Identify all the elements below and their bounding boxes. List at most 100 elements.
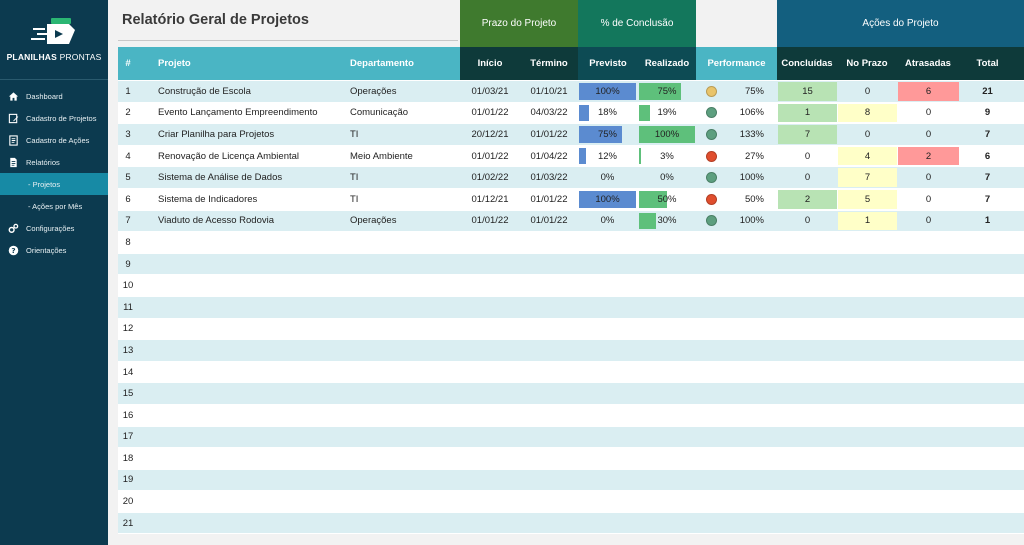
actions-late: 0 (898, 167, 959, 188)
actions-total: 7 (959, 124, 1016, 145)
sidebar-item-label: Dashboard (26, 91, 63, 101)
performance-value: 100% (739, 215, 764, 227)
sidebar: PLANILHAS PRONTAS Dashboard Cadastro de P… (0, 0, 108, 545)
actions-late-value: 6 (925, 85, 932, 97)
table-row[interactable]: 19 (118, 469, 1024, 492)
table-row[interactable]: 15 (118, 383, 1024, 405)
table-row[interactable]: 10 (118, 275, 1024, 297)
col-header-atrasadas[interactable]: Atrasadas (897, 47, 959, 80)
actions-total: 6 (959, 146, 1016, 167)
project-name: Criar Planilha para Projetos (158, 128, 275, 140)
row-num: 13 (122, 344, 134, 356)
sidebar-item-3[interactable]: Relatórios (0, 151, 108, 173)
table-row[interactable]: 9 (118, 253, 1024, 276)
col-header-num[interactable]: # (118, 47, 138, 80)
brand-name-thin: PRONTAS (57, 51, 102, 62)
performance: 50% (698, 189, 776, 210)
brand-logo[interactable]: PLANILHAS PRONTAS (0, 0, 108, 80)
department: Operações (350, 85, 397, 97)
table-row[interactable]: 18 (118, 448, 1024, 470)
table-row[interactable]: 21 (118, 512, 1024, 535)
table-row[interactable]: 20 (118, 491, 1024, 513)
actions-total-value: 1 (984, 215, 991, 227)
sidebar-item-7[interactable]: ? Orientações (0, 239, 108, 261)
actual-percent: 0% (639, 167, 695, 188)
actions-on-time: 5 (838, 189, 897, 210)
actions-done-value: 15 (802, 85, 813, 97)
performance-value: 106% (739, 107, 764, 119)
table-row[interactable]: 11 (118, 296, 1024, 319)
row-num: 15 (122, 388, 134, 400)
actions-done: 15 (778, 81, 837, 102)
sidebar-item-0[interactable]: Dashboard (0, 85, 108, 107)
performance: 27% (698, 146, 776, 167)
sidebar-item-5[interactable]: - Ações por Mês (0, 195, 108, 217)
project-name: Renovação de Licença Ambiental (158, 150, 300, 162)
performance-value: 100% (739, 172, 764, 184)
actions-total: 7 (959, 167, 1016, 188)
row-num: 6 (125, 193, 131, 205)
sidebar-item-4[interactable]: - Projetos (0, 173, 108, 195)
actions-late: 0 (898, 103, 959, 124)
actions-on-time-value: 4 (864, 150, 871, 162)
table-row[interactable]: 4 Renovação de Licença Ambiental Meio Ambi… (118, 145, 1024, 168)
start-date: 20/12/21 (471, 128, 509, 140)
project-name: Sistema de Indicadores (158, 193, 258, 205)
end-date: 01/01/22 (530, 215, 568, 227)
sidebar-item-label: Orientações (26, 245, 67, 255)
performance-value: 75% (744, 85, 764, 97)
sidebar-item-6[interactable]: Configurações (0, 217, 108, 239)
actions-done-value: 0 (804, 215, 811, 227)
table-row[interactable]: 3 Criar Planilha para Projetos TI 20/12/21 0… (118, 124, 1024, 146)
planned-percent-value: 75% (597, 128, 617, 140)
actual-percent-value: 75% (657, 85, 677, 97)
actions-total-value: 9 (984, 107, 991, 119)
start-date: 01/01/22 (471, 107, 509, 119)
sidebar-item-1[interactable]: Cadastro de Projetos (0, 107, 108, 129)
sidebar-item-2[interactable]: Cadastro de Ações (0, 129, 108, 151)
end-date: 01/10/21 (530, 85, 568, 97)
col-header-departamento[interactable]: Departamento (350, 47, 460, 80)
col-header-concluidas[interactable]: Concluídas (777, 47, 837, 80)
actions-done: 0 (778, 146, 837, 167)
table-row[interactable]: 5 Sistema de Análise de Dados TI 01/02/22 01… (118, 167, 1024, 189)
department: TI (350, 172, 359, 184)
actions-total: 1 (959, 211, 1016, 232)
actions-late-value: 0 (925, 193, 932, 205)
table-row[interactable]: 12 (118, 318, 1024, 341)
table-row[interactable]: 2 Evento Lançamento Empreendimento Comunic… (118, 102, 1024, 125)
row-num: 12 (122, 323, 134, 335)
performance: 133% (698, 124, 776, 145)
row-num: 11 (123, 301, 133, 313)
status-dot-icon (706, 150, 717, 162)
table-row[interactable]: 7 Viaduto de Acesso Rodovia Operações 01/01… (118, 210, 1024, 233)
table-row[interactable]: 1 Construção de Escola Operações 01/03/21 01… (118, 81, 1024, 103)
row-num: 7 (125, 215, 131, 227)
col-header-termino[interactable]: Término (520, 47, 578, 80)
col-header-no-prazo[interactable]: No Prazo (837, 47, 897, 80)
col-header-previsto[interactable]: Previsto (578, 47, 638, 80)
actual-percent: 75% (639, 81, 695, 102)
table-row[interactable]: 16 (118, 404, 1024, 427)
svg-text:?: ? (11, 245, 15, 254)
table-row[interactable]: 8 (118, 232, 1024, 254)
end-date: 01/03/22 (530, 172, 568, 184)
end-date: 01/01/22 (530, 193, 568, 205)
table-row[interactable]: 14 (118, 361, 1024, 384)
actions-late-value: 0 (925, 172, 932, 184)
status-dot-icon (706, 128, 717, 140)
actions-late-value: 2 (925, 150, 932, 162)
actual-percent: 50% (639, 189, 695, 210)
table-row[interactable]: 13 (118, 340, 1024, 362)
status-dot-icon (706, 193, 717, 205)
table-row[interactable]: 17 (118, 426, 1024, 449)
home-icon (7, 90, 19, 102)
row-num: 14 (122, 366, 134, 378)
col-header-realizado[interactable]: Realizado (638, 47, 696, 80)
col-header-performance[interactable]: Performance (696, 47, 777, 80)
col-header-inicio[interactable]: Início (460, 47, 520, 80)
col-header-total[interactable]: Total (959, 47, 1016, 80)
col-header-projeto[interactable]: Projeto (158, 47, 348, 80)
table-row[interactable]: 6 Sistema de Indicadores TI 01/12/21 01/01/2… (118, 188, 1024, 211)
start-date: 01/01/22 (471, 150, 509, 162)
